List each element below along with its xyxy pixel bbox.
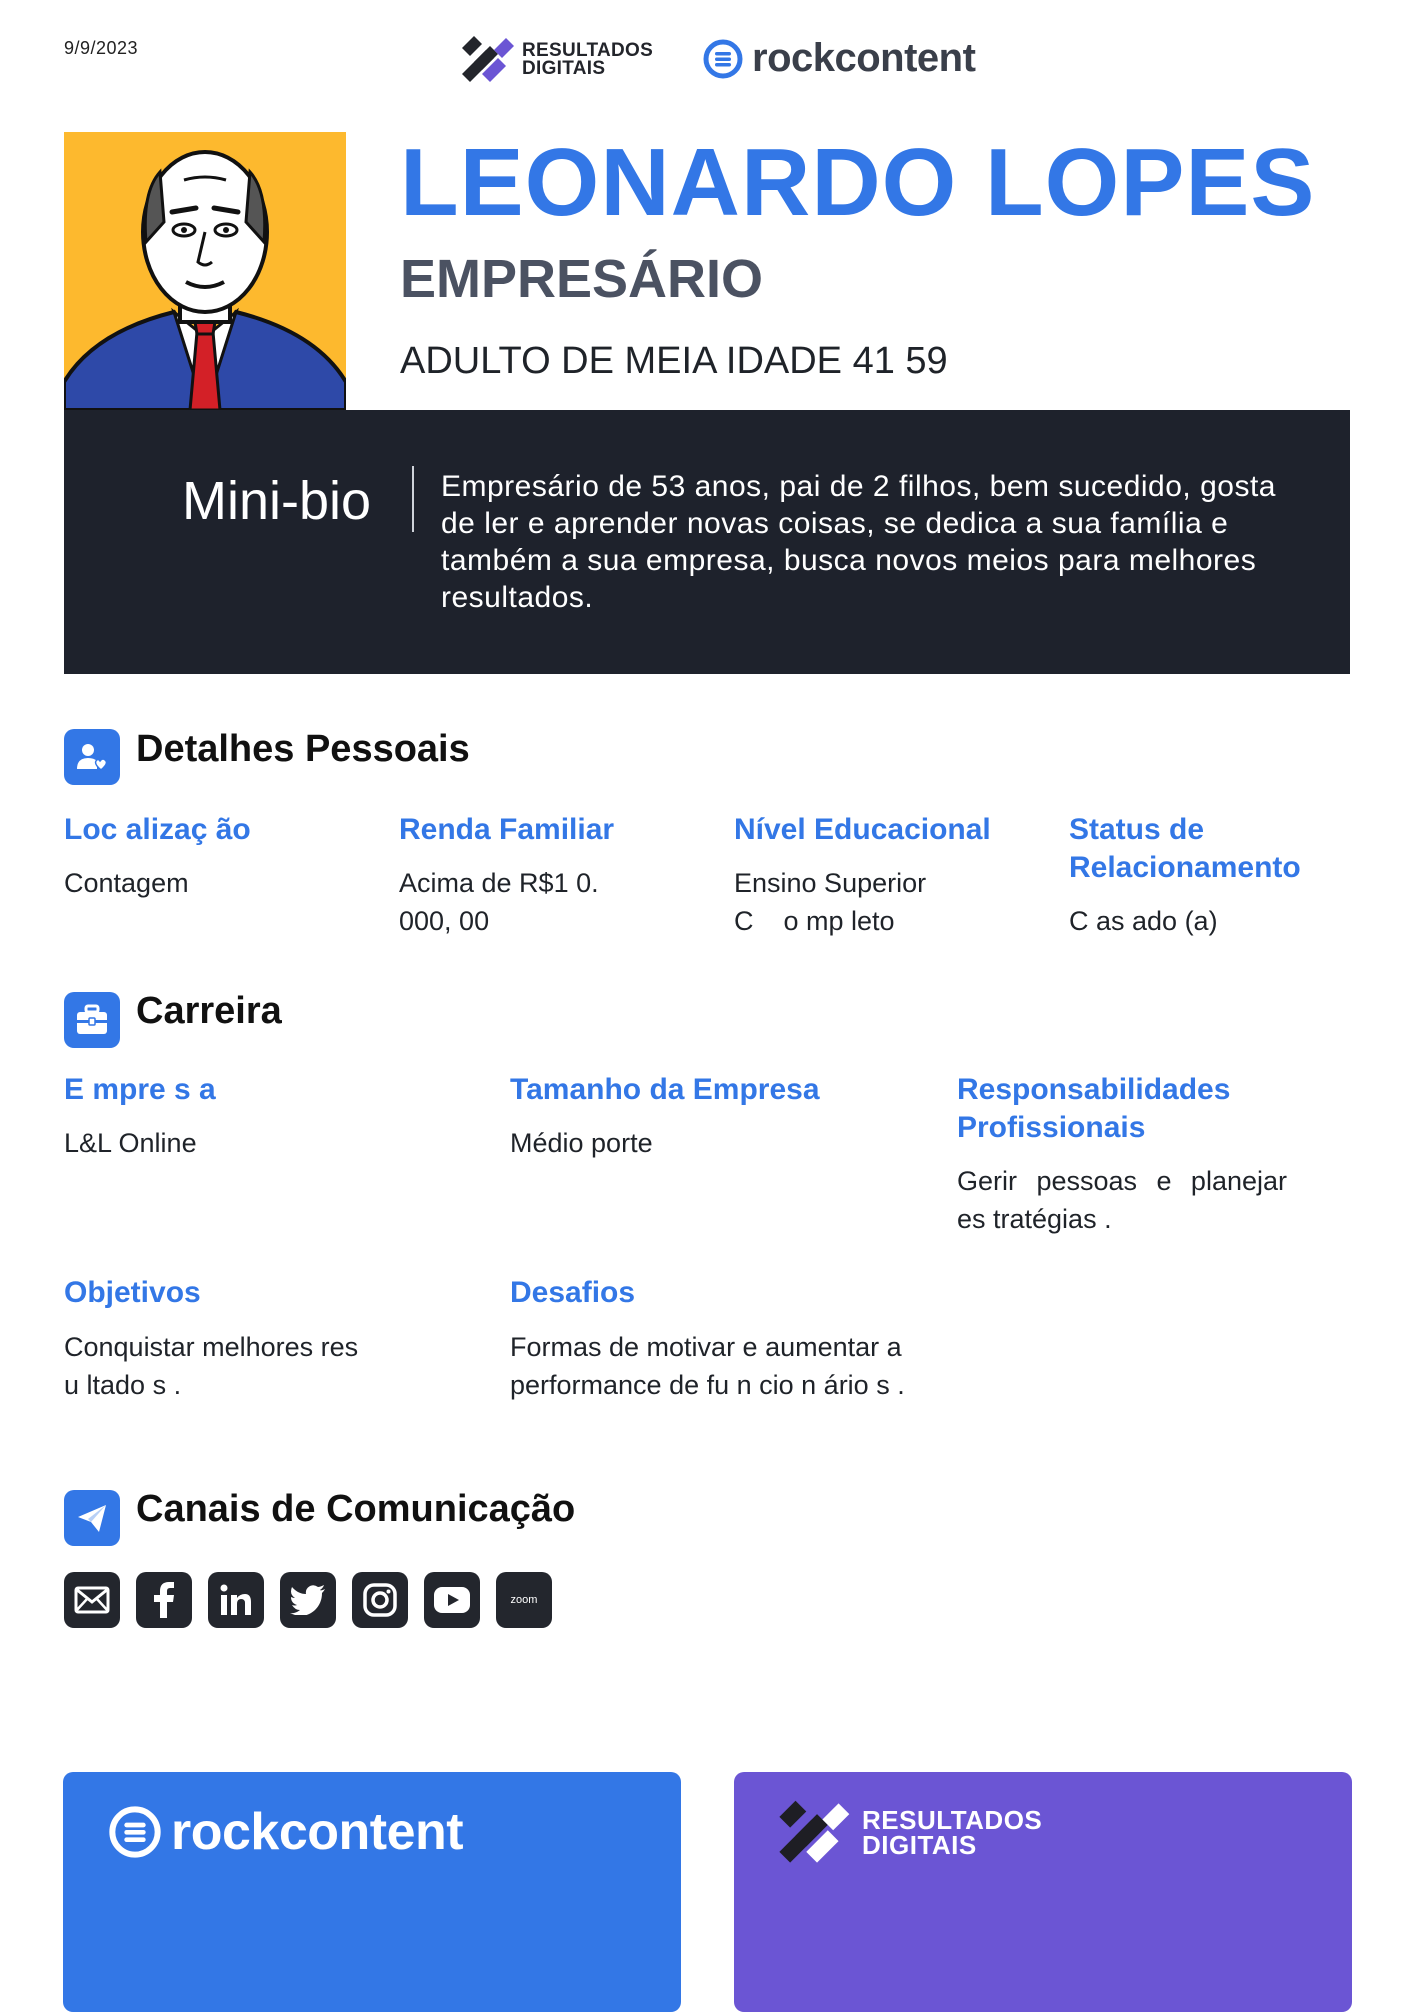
company-size-label: Tamanho da Empresa <box>510 1073 820 1106</box>
mini-bio-text: Empresário de 53 anos, pai de 2 filhos, … <box>441 470 1276 614</box>
twitter-icon <box>280 1572 336 1628</box>
education-level-label: Nível Educacional <box>734 813 991 846</box>
communication-channels-title: Canais de Comunicação <box>136 1488 576 1530</box>
challenges-label: Desafios <box>510 1276 636 1309</box>
rockcontent-card-text: rockcontent <box>171 1803 464 1861</box>
facebook-icon <box>136 1572 192 1628</box>
company-value: L&L Online <box>64 1128 197 1158</box>
resultados-digitais-mark-icon <box>462 36 514 82</box>
challenges-value: Formas de motivar e aumentar a performan… <box>510 1332 905 1400</box>
rockcontent-logo: rockcontent <box>702 36 976 81</box>
rockcontent-card: rockcontent <box>63 1772 681 2012</box>
company-label: E mpre s a <box>64 1073 216 1106</box>
rockcontent-mark-icon <box>703 39 743 78</box>
persona-age-range: ADULTO DE MEIA IDADE 41 59 <box>400 340 948 382</box>
family-income-value: Acima de R$1 0. 000, 00 <box>399 868 599 936</box>
career-icon <box>64 992 120 1048</box>
email-icon <box>64 1572 120 1628</box>
communication-channels-icon <box>64 1490 120 1546</box>
rd-logo-line2: DIGITAIS <box>522 58 606 79</box>
youtube-icon <box>424 1572 480 1628</box>
resultados-digitais-card-mark-icon <box>779 1800 850 1863</box>
family-income-label: Renda Familiar <box>399 813 615 846</box>
rd-card-line2: DIGITAIS <box>862 1830 977 1860</box>
communication-channels-list: zoom <box>64 1572 552 1628</box>
rockcontent-card-logo: rockcontent <box>107 1802 464 1862</box>
rockcontent-logo-text: rockcontent <box>752 36 976 80</box>
relationship-status-label: Status de Relacionamento <box>1069 813 1301 884</box>
resultados-digitais-card-logo: RESULTADOS DIGITAIS <box>774 1798 1042 1868</box>
goals-label: Objetivos <box>64 1276 201 1309</box>
mini-bio-title: Mini-bio <box>182 471 372 531</box>
education-level-value: Ensino Superior C o mp leto <box>734 868 957 936</box>
resultados-digitais-card: RESULTADOS DIGITAIS <box>734 1772 1352 2012</box>
document-date: 9/9/2023 <box>64 38 139 58</box>
persona-role: EMPRESÁRIO <box>400 249 764 309</box>
career-title: Carreira <box>136 990 282 1032</box>
location-label: Loc alizaç ão <box>64 813 251 846</box>
zoom-icon: zoom <box>496 1572 552 1628</box>
zoom-label: zoom <box>510 1594 538 1606</box>
company-size-value: Médio porte <box>510 1128 653 1158</box>
mini-bio-divider <box>412 466 414 532</box>
personal-details-icon <box>64 729 120 785</box>
resultados-digitais-logo: RESULTADOS DIGITAIS <box>458 34 653 86</box>
goals-value: Conquistar melhores res u ltado s . <box>64 1332 359 1400</box>
rockcontent-card-mark-icon <box>109 1806 161 1858</box>
location-value: Contagem <box>64 868 189 898</box>
linkedin-icon <box>208 1572 264 1628</box>
personal-details-title: Detalhes Pessoais <box>136 728 470 770</box>
relationship-status-value: C as ado (a) <box>1069 906 1218 936</box>
instagram-icon <box>352 1572 408 1628</box>
professional-responsibilities-value: Gerir pessoas e planejar es tratégias . <box>957 1166 1287 1234</box>
persona-name: LEONARDO LOPES <box>400 129 1316 236</box>
professional-responsibilities-label: Responsabilidades Profissionais <box>957 1073 1231 1144</box>
persona-avatar <box>64 132 346 410</box>
